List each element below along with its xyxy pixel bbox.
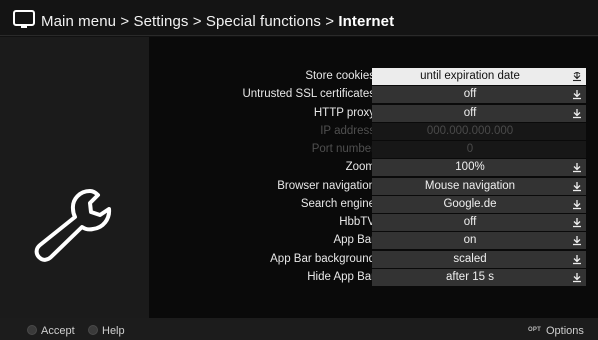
setting-value: 0 <box>466 143 474 155</box>
breadcrumb: Main menu > Settings > Special functions… <box>41 13 394 30</box>
setting-value: 000.000.000.000 <box>426 125 514 137</box>
setting-row[interactable]: Browser navigation Mouse navigation <box>149 178 598 195</box>
setting-value-dropdown[interactable]: 100% <box>372 159 586 176</box>
setting-value: scaled <box>453 253 487 265</box>
accept-label: Accept <box>41 325 75 337</box>
setting-value: until expiration date <box>420 70 520 82</box>
dropdown-arrow-icon[interactable] <box>572 108 582 119</box>
setting-value: 100% <box>455 161 485 173</box>
help-label: Help <box>102 325 125 337</box>
setting-label: App Bar background <box>270 253 375 265</box>
setting-row: IP address 000.000.000.000 <box>149 123 598 140</box>
dropdown-arrow-icon[interactable] <box>572 235 582 246</box>
setting-row[interactable]: HTTP proxy off <box>149 105 598 122</box>
dropdown-arrow-icon[interactable] <box>572 162 582 173</box>
dropdown-arrow-icon[interactable] <box>572 71 582 82</box>
setting-value: off <box>463 216 477 228</box>
setting-label: Port number <box>311 143 375 155</box>
dropdown-arrow-icon[interactable] <box>572 89 582 100</box>
setting-value-dropdown[interactable]: off <box>372 105 586 122</box>
dropdown-arrow-icon[interactable] <box>572 217 582 228</box>
wrench-icon <box>34 189 112 262</box>
tv-icon <box>13 10 35 28</box>
breadcrumb-current: Internet <box>338 13 395 30</box>
setting-row[interactable]: App Bar on <box>149 232 598 249</box>
dropdown-arrow-icon[interactable] <box>572 199 582 210</box>
dropdown-arrow-icon[interactable] <box>572 254 582 265</box>
setting-label: Browser navigation <box>277 180 375 192</box>
setting-value: off <box>463 88 477 100</box>
setting-row[interactable]: HbbTV off <box>149 214 598 231</box>
setting-label: Zoom <box>345 161 375 173</box>
setting-value-dropdown[interactable]: Google.de <box>372 196 586 213</box>
opt-button-icon[interactable]: OPT <box>528 327 541 333</box>
setting-label: HbbTV <box>339 216 375 228</box>
setting-value-dropdown[interactable]: after 15 s <box>372 269 586 286</box>
setting-label: HTTP proxy <box>313 107 375 119</box>
setting-value-dropdown: 000.000.000.000 <box>372 123 586 140</box>
left-panel <box>0 37 149 318</box>
settings-panel: Store cookies until expiration date Untrus… <box>149 37 598 318</box>
setting-value-dropdown[interactable]: off <box>372 214 586 231</box>
setting-value: on <box>463 234 477 246</box>
setting-label: Untrusted SSL certificates <box>242 88 375 100</box>
setting-row[interactable]: Zoom 100% <box>149 159 598 176</box>
setting-row[interactable]: Store cookies until expiration date <box>149 68 598 85</box>
dropdown-arrow-icon[interactable] <box>572 272 582 283</box>
setting-label: Store cookies <box>305 70 375 82</box>
setting-value-dropdown: 0 <box>372 141 586 158</box>
setting-value-dropdown[interactable]: until expiration date <box>372 68 586 85</box>
setting-label: Search engine <box>300 198 375 210</box>
red-button-icon[interactable] <box>27 325 37 335</box>
setting-row: Port number 0 <box>149 141 598 158</box>
setting-value: Google.de <box>443 198 497 210</box>
setting-value-dropdown[interactable]: Mouse navigation <box>372 178 586 195</box>
setting-row[interactable]: Untrusted SSL certificates off <box>149 86 598 103</box>
options-label: Options <box>546 325 584 337</box>
setting-value-dropdown[interactable]: scaled <box>372 251 586 268</box>
setting-label: App Bar <box>333 234 375 246</box>
setting-row[interactable]: Hide App Bar after 15 s <box>149 269 598 286</box>
setting-value: after 15 s <box>446 271 494 283</box>
setting-value-dropdown[interactable]: off <box>372 86 586 103</box>
title-bar: Main menu > Settings > Special functions… <box>0 0 598 36</box>
setting-label: Hide App Bar <box>307 271 375 283</box>
setting-value-dropdown[interactable]: on <box>372 232 586 249</box>
setting-value: off <box>463 107 477 119</box>
green-button-icon[interactable] <box>88 325 98 335</box>
footer-bar: Accept Help OPT Options <box>0 318 598 340</box>
setting-value: Mouse navigation <box>424 180 516 192</box>
setting-label: IP address <box>320 125 375 137</box>
setting-row[interactable]: Search engine Google.de <box>149 196 598 213</box>
setting-row[interactable]: App Bar background scaled <box>149 251 598 268</box>
dropdown-arrow-icon[interactable] <box>572 181 582 192</box>
breadcrumb-path: Main menu > Settings > Special functions… <box>41 13 335 30</box>
